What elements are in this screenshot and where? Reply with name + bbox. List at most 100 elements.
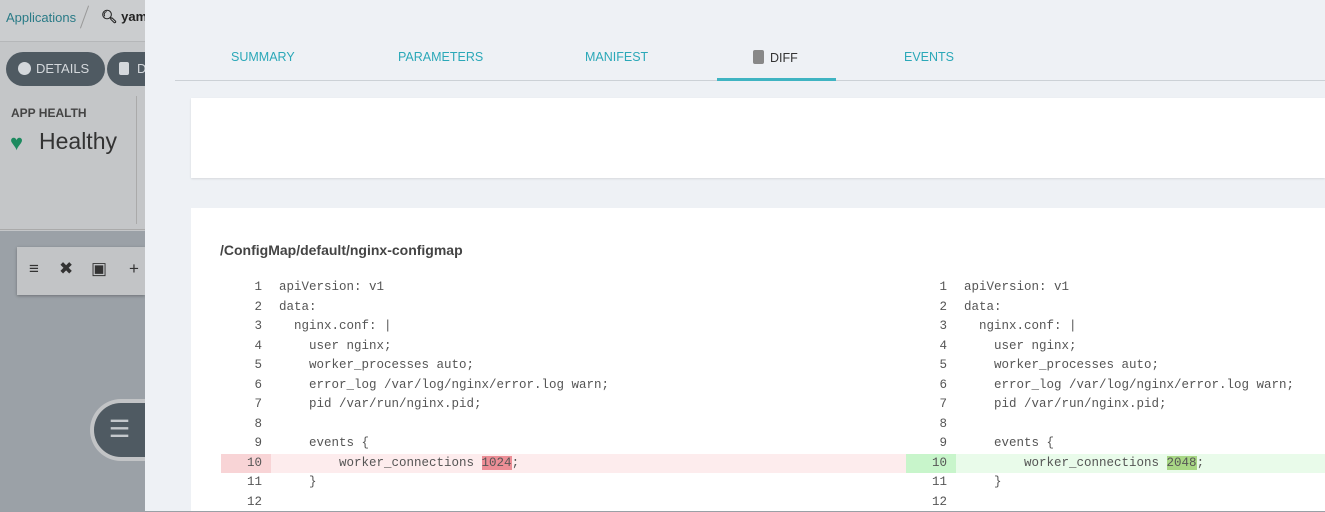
tab-diff[interactable]: DIFF bbox=[753, 50, 798, 65]
details-label: DETAILS bbox=[36, 61, 89, 76]
code-text: worker_connections bbox=[964, 456, 1167, 470]
line-code: error_log /var/log/nginx/error.log warn; bbox=[964, 376, 1294, 396]
code-text: user nginx; bbox=[964, 339, 1077, 353]
line-number: 3 bbox=[221, 317, 271, 337]
changed-value: 1024 bbox=[482, 456, 512, 470]
diff-line: 3 nginx.conf: | bbox=[221, 317, 906, 337]
tab-manifest[interactable]: MANIFEST bbox=[585, 50, 648, 64]
diff-line: 10 worker_connections 2048; bbox=[906, 454, 1325, 474]
code-text: apiVersion: v1 bbox=[279, 280, 384, 294]
line-number: 11 bbox=[221, 473, 271, 493]
code-text: worker_processes auto; bbox=[279, 358, 474, 372]
diff-line: 5 worker_processes auto; bbox=[221, 356, 906, 376]
diff-line: 12 bbox=[221, 493, 906, 512]
line-number: 4 bbox=[906, 337, 956, 357]
code-text: events { bbox=[964, 436, 1054, 450]
compress-icon[interactable]: ✖︎ bbox=[59, 259, 73, 279]
diff-line: 9 events { bbox=[221, 434, 906, 454]
line-code: apiVersion: v1 bbox=[964, 278, 1069, 298]
diff-line: 7 pid /var/run/nginx.pid; bbox=[221, 395, 906, 415]
tab-parameters[interactable]: PARAMETERS bbox=[398, 50, 483, 64]
diff-line: 1apiVersion: v1 bbox=[221, 278, 906, 298]
heart-icon: ♥ bbox=[10, 130, 23, 156]
code-text: nginx.conf: | bbox=[279, 319, 392, 333]
health-status: Healthy bbox=[39, 128, 117, 155]
code-text: user nginx; bbox=[279, 339, 392, 353]
diff-line: 5 worker_processes auto; bbox=[906, 356, 1325, 376]
code-text: } bbox=[279, 475, 317, 489]
tab-bar: SUMMARY PARAMETERS MANIFEST DIFF EVENTS bbox=[175, 36, 1325, 81]
background-app-view: Applications 🔍︎ yaml DETAILS DI APP HEAL… bbox=[0, 0, 145, 511]
diff-line: 6 error_log /var/log/nginx/error.log war… bbox=[221, 376, 906, 396]
changed-value: 2048 bbox=[1167, 456, 1197, 470]
diff-line: 1 apiVersion: v1 bbox=[906, 278, 1325, 298]
app-node[interactable]: ☰ bbox=[90, 399, 145, 461]
code-text: ; bbox=[1197, 456, 1205, 470]
line-code: } bbox=[279, 473, 317, 493]
line-code: nginx.conf: | bbox=[964, 317, 1077, 337]
divider bbox=[136, 96, 137, 224]
line-code: error_log /var/log/nginx/error.log warn; bbox=[279, 376, 609, 396]
diff-left-pane: 1apiVersion: v12data:3 nginx.conf: |4 us… bbox=[221, 278, 906, 512]
active-tab-indicator bbox=[717, 78, 836, 81]
zoom-in-icon[interactable]: + bbox=[129, 259, 139, 279]
line-number: 2 bbox=[906, 298, 956, 318]
line-code: pid /var/run/nginx.pid; bbox=[964, 395, 1167, 415]
line-code: worker_processes auto; bbox=[964, 356, 1159, 376]
line-code: data: bbox=[279, 298, 317, 318]
line-number: 6 bbox=[221, 376, 271, 396]
line-number: 4 bbox=[221, 337, 271, 357]
line-number: 10 bbox=[221, 454, 271, 474]
line-code: events { bbox=[964, 434, 1054, 454]
resource-path: /ConfigMap/default/nginx-configmap bbox=[220, 242, 463, 258]
diff-button[interactable]: DI bbox=[107, 52, 145, 86]
diff-line: 8 bbox=[221, 415, 906, 435]
fit-icon[interactable]: ▣ bbox=[91, 259, 107, 279]
line-number: 2 bbox=[221, 298, 271, 318]
breadcrumb-separator bbox=[80, 6, 89, 29]
breadcrumb-search[interactable]: 🔍︎ yaml bbox=[101, 9, 151, 25]
line-number: 6 bbox=[906, 376, 956, 396]
diff-right-pane: 1 apiVersion: v1 2 data: 3 nginx.conf: |4 us… bbox=[906, 278, 1325, 512]
app-health-title: APP HEALTH bbox=[11, 106, 87, 120]
tab-events[interactable]: EVENTS bbox=[904, 50, 954, 64]
line-code: apiVersion: v1 bbox=[279, 278, 384, 298]
line-code: worker_processes auto; bbox=[279, 356, 474, 376]
app-health: APP HEALTH ♥ Healthy bbox=[0, 96, 145, 230]
line-code: user nginx; bbox=[279, 337, 392, 357]
code-text: events { bbox=[279, 436, 369, 450]
tab-summary[interactable]: SUMMARY bbox=[231, 50, 295, 64]
diff-line: 11 } bbox=[221, 473, 906, 493]
line-code: worker_connections 1024; bbox=[279, 454, 519, 474]
code-text: nginx.conf: | bbox=[964, 319, 1077, 333]
code-text: data: bbox=[964, 300, 1002, 314]
file-diff-icon bbox=[753, 50, 764, 64]
diff-line: 10 worker_connections 1024; bbox=[221, 454, 906, 474]
line-number: 7 bbox=[221, 395, 271, 415]
line-number: 5 bbox=[906, 356, 956, 376]
diff-line: 12 bbox=[906, 493, 1325, 512]
code-text: apiVersion: v1 bbox=[964, 280, 1069, 294]
details-button[interactable]: DETAILS bbox=[6, 52, 105, 86]
line-number: 8 bbox=[906, 415, 956, 435]
line-code: } bbox=[964, 473, 1002, 493]
line-number: 1 bbox=[906, 278, 956, 298]
code-text: } bbox=[964, 475, 1002, 489]
line-number: 9 bbox=[906, 434, 956, 454]
diff-line: 7 pid /var/run/nginx.pid; bbox=[906, 395, 1325, 415]
tab-diff-label: DIFF bbox=[770, 51, 798, 65]
line-code: user nginx; bbox=[964, 337, 1077, 357]
diff-line: 3 nginx.conf: | bbox=[906, 317, 1325, 337]
layers-icon: ☰ bbox=[94, 403, 145, 457]
line-code: pid /var/run/nginx.pid; bbox=[279, 395, 482, 415]
diff-options-card bbox=[191, 98, 1325, 178]
diff-line: 8 bbox=[906, 415, 1325, 435]
breadcrumb-applications-link[interactable]: Applications bbox=[6, 10, 76, 25]
diff-line: 11 } bbox=[906, 473, 1325, 493]
align-icon[interactable]: ≡ bbox=[29, 259, 39, 279]
code-text: pid /var/run/nginx.pid; bbox=[964, 397, 1167, 411]
code-text: worker_connections bbox=[279, 456, 482, 470]
diff-card: /ConfigMap/default/nginx-configmap 1 apiV… bbox=[191, 208, 1325, 511]
line-code: worker_connections 2048; bbox=[964, 454, 1204, 474]
line-code: events { bbox=[279, 434, 369, 454]
